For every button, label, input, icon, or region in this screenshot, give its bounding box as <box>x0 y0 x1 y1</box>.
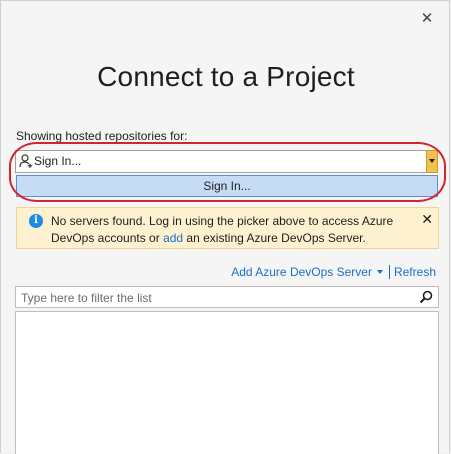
account-picker-value: Sign In... <box>34 154 82 168</box>
filter-box <box>15 286 439 308</box>
close-icon[interactable]: ✕ <box>421 10 434 27</box>
info-message: No servers found. Log in using the picke… <box>51 213 401 247</box>
refresh-link[interactable]: Refresh <box>394 265 436 279</box>
connect-dialog: ✕ Connect to a Project Showing hosted re… <box>0 0 450 454</box>
dialog-title: Connect to a Project <box>97 61 355 92</box>
search-icon[interactable] <box>419 290 433 304</box>
info-text-part2: an existing Azure DevOps Server. <box>183 231 366 245</box>
account-picker[interactable]: Sign In... <box>15 150 438 173</box>
showing-repositories-label: Showing hosted repositories for: <box>16 129 188 143</box>
close-button[interactable]: ✕ <box>419 11 435 27</box>
sign-in-button[interactable]: Sign In... <box>16 175 438 197</box>
account-picker-dropdown-button[interactable] <box>426 150 438 173</box>
chevron-down-icon <box>429 159 435 163</box>
info-bar: i No servers found. Log in using the pic… <box>16 207 439 249</box>
dismiss-info-button[interactable]: ✕ <box>421 211 433 228</box>
add-azure-devops-server-link[interactable]: Add Azure DevOps Server <box>231 265 372 279</box>
repository-list[interactable] <box>15 311 439 454</box>
info-icon: i <box>29 214 43 228</box>
chevron-down-icon[interactable] <box>376 270 383 274</box>
link-separator <box>388 265 390 279</box>
filter-input[interactable] <box>19 289 413 307</box>
person-add-icon <box>19 154 33 168</box>
server-links: Add Azure DevOps Server Refresh <box>231 265 436 279</box>
add-server-link[interactable]: add <box>163 231 183 245</box>
